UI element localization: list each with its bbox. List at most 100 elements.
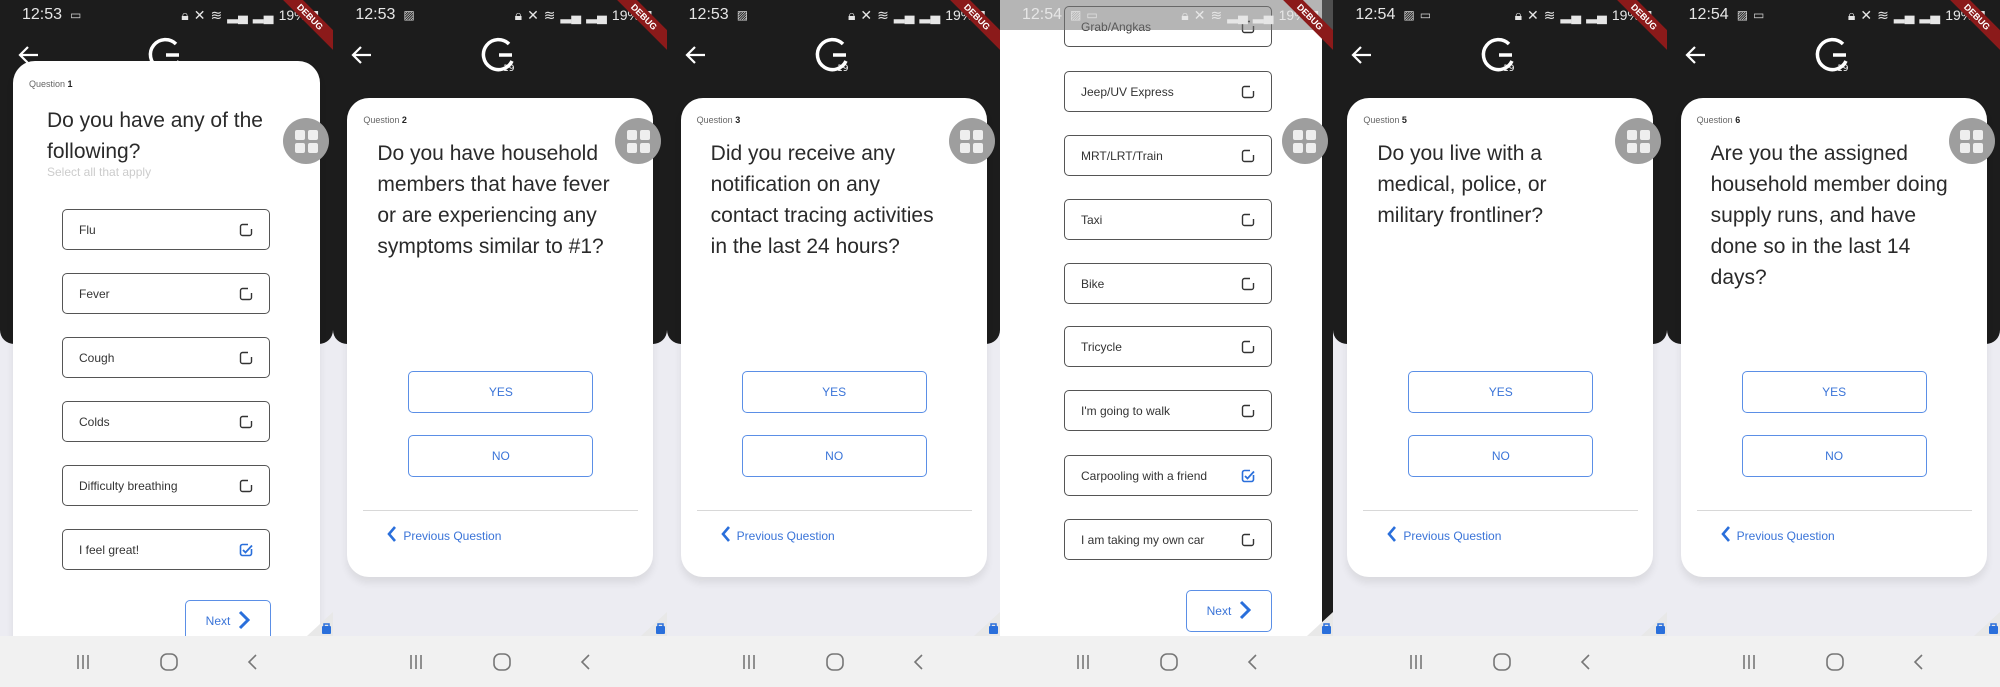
option-jeep-uv-express[interactable]: Jeep/UV Express <box>1063 71 1272 112</box>
previous-question-link[interactable]: Previous Question <box>387 525 501 546</box>
status-bar: 12:54▨▭🔒︎✕≋▂▄▂▄19%▮ <box>999 0 1334 30</box>
question-grid-button[interactable] <box>1615 118 1662 164</box>
option-fever[interactable]: Fever <box>62 273 270 314</box>
image-icon: ▨ <box>403 8 415 22</box>
option-cough[interactable]: Cough <box>62 337 270 378</box>
recent-apps-icon[interactable] <box>740 653 758 671</box>
nav-back-icon[interactable] <box>246 653 260 671</box>
next-button[interactable]: Next <box>1185 590 1272 632</box>
question-number: Question 6 <box>1696 115 1741 125</box>
back-arrow-icon[interactable] <box>16 42 42 68</box>
home-icon[interactable] <box>492 652 512 672</box>
back-arrow-icon[interactable] <box>349 42 375 68</box>
nav-back-icon[interactable] <box>579 653 593 671</box>
home-icon[interactable] <box>159 652 179 672</box>
option-i-m-going-to-walk[interactable]: I'm going to walk <box>1063 390 1272 431</box>
status-time: 12:53 <box>22 6 63 23</box>
android-nav-bar <box>333 636 667 687</box>
image-icon: ▨ <box>1403 8 1415 22</box>
question-text: Did you receive any notification on any … <box>710 142 934 258</box>
question-grid-button[interactable] <box>1948 118 1995 164</box>
phone-screen-4: 12:54▨▭🔒︎✕≋▂▄▂▄19%▮ DEBUGGrab/AngkasJeep… <box>999 0 1334 687</box>
laptop-icon: ▭ <box>1086 8 1098 22</box>
option-label: Cough <box>79 350 115 365</box>
yes-button[interactable]: YES <box>1408 371 1594 413</box>
no-button[interactable]: NO <box>408 435 594 477</box>
wifi-icon: ≋ <box>210 6 223 23</box>
nav-back-icon[interactable] <box>1246 653 1260 671</box>
nav-back-icon[interactable] <box>912 653 926 671</box>
option-label: MRT/LRT/Train <box>1080 148 1163 163</box>
signal-icon: ▂▄ <box>586 6 607 23</box>
option-label: Fever <box>79 286 110 301</box>
option-label: Jeep/UV Express <box>1080 84 1174 99</box>
divider <box>363 510 639 511</box>
yes-button[interactable]: YES <box>1741 371 1927 413</box>
yes-button[interactable]: YES <box>741 371 927 413</box>
signal-icon: ▂▄ <box>1252 6 1274 23</box>
no-button[interactable]: NO <box>1741 435 1927 477</box>
option-label: I am taking my own car <box>1080 532 1205 547</box>
option-i-am-taking-my-own-car[interactable]: I am taking my own car <box>1063 519 1272 560</box>
nav-back-icon[interactable] <box>1912 653 1926 671</box>
option-tricycle[interactable]: Tricycle <box>1063 326 1272 367</box>
home-icon[interactable] <box>825 652 845 672</box>
chevron-left-icon <box>720 525 731 546</box>
back-arrow-icon[interactable] <box>1349 42 1375 68</box>
back-arrow-icon[interactable] <box>683 42 709 68</box>
signal-icon: ▂▄ <box>893 6 915 23</box>
recent-apps-icon[interactable] <box>407 653 425 671</box>
svg-text:19: 19 <box>1837 64 1849 74</box>
recent-apps-icon[interactable] <box>74 653 92 671</box>
recent-apps-icon[interactable] <box>1074 653 1092 671</box>
recent-apps-icon[interactable] <box>1407 653 1425 671</box>
question-card: Question 3 Did you receive any notificat… <box>680 98 987 577</box>
question-grid-button[interactable] <box>1281 118 1328 164</box>
lock-icon: 🔒︎ <box>847 6 856 23</box>
previous-question-link[interactable]: Previous Question <box>1720 525 1835 546</box>
question-grid-button[interactable] <box>283 118 329 164</box>
chevron-left-icon <box>1720 525 1731 546</box>
image-icon: ▨ <box>1736 8 1749 22</box>
mute-icon: ✕ <box>1860 6 1873 23</box>
option-taxi[interactable]: Taxi <box>1063 199 1272 240</box>
back-arrow-icon[interactable] <box>1683 42 1709 68</box>
nav-back-icon[interactable] <box>1579 653 1593 671</box>
option-difficulty-breathing[interactable]: Difficulty breathing <box>62 465 270 506</box>
lock-badge-icon <box>1307 612 1334 636</box>
no-button[interactable]: NO <box>1408 435 1594 477</box>
option-label: Flu <box>79 222 96 237</box>
previous-question-link[interactable]: Previous Question <box>1387 525 1501 546</box>
yes-button[interactable]: YES <box>408 371 594 413</box>
option-colds[interactable]: Colds <box>62 401 270 442</box>
question-grid-button[interactable] <box>615 118 662 164</box>
option-label: Carpooling with a friend <box>1080 468 1208 483</box>
phone-screen-5: 19 12:54▨▭🔒︎✕≋▂▄▂▄19%▮ DEBUG Question 5 … <box>1333 0 1667 687</box>
recent-apps-icon[interactable] <box>1740 653 1758 671</box>
option-label: Colds <box>79 414 110 429</box>
signal-icon: ▂▄ <box>560 6 582 23</box>
option-bike[interactable]: Bike <box>1063 263 1272 304</box>
svg-text:19: 19 <box>837 64 849 74</box>
no-button[interactable]: NO <box>741 435 927 477</box>
option-mrt-lrt-train[interactable]: MRT/LRT/Train <box>1063 135 1272 176</box>
home-icon[interactable] <box>1825 652 1845 672</box>
svg-text:19: 19 <box>170 64 182 74</box>
app-logo: 19 <box>1481 37 1515 74</box>
question-grid-button[interactable] <box>948 118 995 164</box>
option-flu[interactable]: Flu <box>62 209 270 250</box>
question-card: Question 5 Do you live with a medical, p… <box>1347 98 1654 577</box>
phone-screen-2: 19 12:53▨🔒︎✕≋▂▄▂▄19%▮ DEBUG Question 2 D… <box>333 0 667 687</box>
mute-icon: ✕ <box>193 6 206 23</box>
option-i-feel-great-[interactable]: I feel great! <box>62 529 270 570</box>
home-icon[interactable] <box>1159 652 1179 672</box>
previous-question-link[interactable]: Previous Question <box>720 525 835 546</box>
lock-badge-icon <box>1973 612 2000 636</box>
mute-icon: ✕ <box>1193 6 1206 23</box>
status-time: 12:54 <box>1688 6 1729 23</box>
app-logo: 19 <box>1815 37 1849 74</box>
divider <box>696 510 972 511</box>
divider <box>1363 510 1639 511</box>
home-icon[interactable] <box>1492 652 1512 672</box>
option-carpooling-with-a-friend[interactable]: Carpooling with a friend <box>1063 455 1272 496</box>
